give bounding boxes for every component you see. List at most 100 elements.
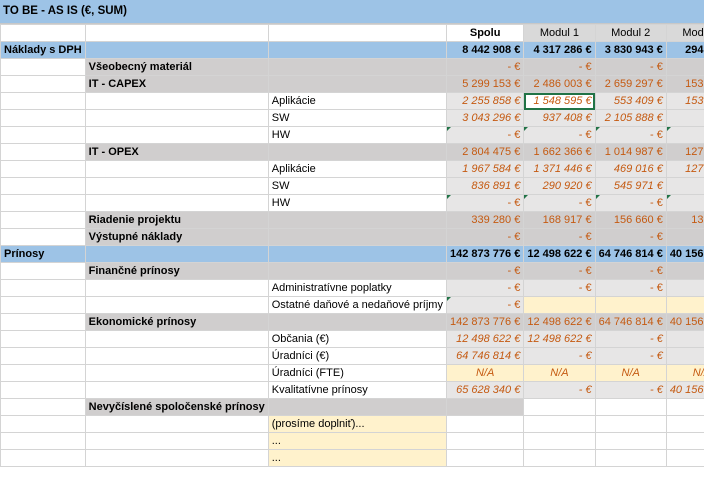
value-cell-spolu[interactable]: 64 746 814 € <box>445 347 525 365</box>
value-cell-modul-3[interactable]: - € <box>665 109 704 127</box>
row-label-level-3[interactable]: Administratívne poplatky <box>267 279 447 297</box>
row-label-level-2[interactable] <box>84 432 269 450</box>
value-cell-modul-1[interactable]: 4 317 286 € <box>523 41 596 59</box>
row-label-level-2[interactable]: Výstupné náklady <box>84 228 269 246</box>
cell-blank[interactable] <box>84 24 269 42</box>
row-label-level-3[interactable]: SW <box>267 177 447 195</box>
value-cell-modul-3[interactable]: - € <box>665 347 704 365</box>
row-label-level-3[interactable] <box>268 228 447 246</box>
value-cell-modul-3[interactable]: 153 853 € <box>665 75 704 93</box>
value-cell-modul-1[interactable]: - € <box>523 262 596 280</box>
value-cell-modul-1[interactable]: 168 917 € <box>523 211 596 229</box>
value-cell-modul-3[interactable] <box>665 296 704 314</box>
value-cell-modul-1[interactable]: - € <box>523 228 596 246</box>
value-cell-modul-2[interactable]: 2 659 297 € <box>594 75 667 93</box>
row-label-level-1[interactable]: Prínosy <box>0 245 86 263</box>
value-cell-modul-1[interactable]: 290 920 € <box>523 177 596 195</box>
value-cell-modul-2[interactable]: - € <box>594 381 667 399</box>
value-cell-modul-2[interactable]: - € <box>594 330 667 348</box>
value-cell-modul-2[interactable]: 3 830 943 € <box>594 41 667 59</box>
row-label-level-2[interactable] <box>85 41 269 59</box>
row-label-level-3[interactable] <box>268 245 447 263</box>
value-cell-modul-2[interactable]: 2 105 888 € <box>594 109 667 127</box>
row-label-level-2[interactable] <box>84 347 269 365</box>
value-cell-modul-2[interactable]: 64 746 814 € <box>594 245 667 263</box>
value-cell-modul-2[interactable] <box>594 296 667 314</box>
value-cell-modul-2[interactable]: 545 971 € <box>594 177 667 195</box>
value-cell-modul-1[interactable] <box>523 398 596 416</box>
selected-cell[interactable]: 1 548 595 € <box>523 92 596 110</box>
row-label-level-1[interactable] <box>0 381 86 399</box>
row-label-level-2[interactable]: IT - OPEX <box>84 143 269 161</box>
value-cell-modul-3[interactable]: 40 156 608 € <box>665 245 704 263</box>
value-cell-spolu[interactable]: 2 255 858 € <box>445 92 525 110</box>
row-label-level-1[interactable] <box>0 211 86 229</box>
row-label-level-2[interactable] <box>85 245 269 263</box>
row-label-level-1[interactable] <box>0 313 86 331</box>
row-label-level-2[interactable] <box>84 381 269 399</box>
value-cell-modul-2[interactable]: 1 014 987 € <box>594 143 667 161</box>
row-label-level-2[interactable]: Všeobecný materiál <box>84 58 269 76</box>
value-cell-modul-3[interactable]: - € <box>665 279 704 297</box>
row-label-level-3[interactable]: Ostatné daňové a nedaňové príjmy <box>267 296 447 314</box>
row-label-level-3[interactable]: ... <box>267 449 447 467</box>
value-cell-modul-2[interactable] <box>594 432 667 450</box>
value-cell-modul-3[interactable]: - € <box>665 194 704 212</box>
cell-blank[interactable] <box>267 24 447 42</box>
row-label-level-1[interactable] <box>0 194 86 212</box>
value-cell-modul-1[interactable] <box>523 296 596 314</box>
value-cell-modul-2[interactable]: - € <box>594 347 667 365</box>
value-cell-modul-2[interactable]: - € <box>594 58 667 76</box>
value-cell-modul-3[interactable]: - € <box>665 228 704 246</box>
row-label-level-3[interactable]: Aplikácie <box>267 92 447 110</box>
value-cell-modul-3[interactable]: - € <box>665 262 704 280</box>
row-label-level-2[interactable] <box>84 449 269 467</box>
value-cell-modul-1[interactable]: - € <box>523 279 596 297</box>
value-cell-modul-3[interactable]: - € <box>665 58 704 76</box>
row-label-level-2[interactable] <box>84 296 269 314</box>
row-label-level-3[interactable] <box>268 41 447 59</box>
value-cell-modul-3[interactable]: 13 703 € <box>665 211 704 229</box>
row-label-level-3[interactable]: Úradníci (€) <box>267 347 447 365</box>
value-cell-modul-1[interactable]: 937 408 € <box>523 109 596 127</box>
row-label-level-3[interactable] <box>268 143 447 161</box>
row-label-level-2[interactable] <box>84 279 269 297</box>
row-label-level-2[interactable]: Finančné prínosy <box>84 262 269 280</box>
column-header-modul-2[interactable]: Modul 2 <box>594 24 667 42</box>
value-cell-modul-3[interactable]: 40 156 608 € <box>665 381 704 399</box>
row-label-level-1[interactable] <box>0 177 86 195</box>
sheet-title[interactable]: TO BE - AS IS (€, SUM) <box>3 5 127 17</box>
value-cell-modul-2[interactable] <box>594 449 667 467</box>
row-label-level-2[interactable] <box>84 109 269 127</box>
row-label-level-1[interactable] <box>0 296 86 314</box>
row-label-level-3[interactable] <box>268 58 447 76</box>
value-cell-modul-2[interactable]: - € <box>594 126 667 144</box>
row-label-level-2[interactable]: Riadenie projektu <box>84 211 269 229</box>
row-label-level-1[interactable] <box>0 330 86 348</box>
row-label-level-1[interactable] <box>0 109 86 127</box>
value-cell-modul-2[interactable] <box>594 415 667 433</box>
value-cell-modul-1[interactable]: N/A <box>523 364 596 382</box>
value-cell-spolu[interactable] <box>445 432 525 450</box>
value-cell-modul-3[interactable] <box>665 432 704 450</box>
value-cell-spolu[interactable] <box>445 415 525 433</box>
value-cell-modul-3[interactable]: - € <box>665 177 704 195</box>
value-cell-modul-2[interactable]: 469 016 € <box>594 160 667 178</box>
value-cell-spolu[interactable]: 12 498 622 € <box>445 330 525 348</box>
value-cell-modul-1[interactable]: 1 662 366 € <box>523 143 596 161</box>
value-cell-modul-3[interactable]: - € <box>665 330 704 348</box>
value-cell-spolu[interactable]: 5 299 153 € <box>445 75 525 93</box>
value-cell-modul-1[interactable]: - € <box>523 381 596 399</box>
row-label-level-2[interactable]: IT - CAPEX <box>84 75 269 93</box>
value-cell-modul-3[interactable]: 153 853 € <box>665 92 704 110</box>
value-cell-modul-3[interactable]: 127 122 € <box>665 160 704 178</box>
value-cell-modul-2[interactable]: 156 660 € <box>594 211 667 229</box>
value-cell-spolu[interactable]: 142 873 776 € <box>445 245 525 263</box>
row-label-level-1[interactable] <box>0 58 86 76</box>
value-cell-spolu[interactable]: 8 442 908 € <box>445 41 525 59</box>
row-label-level-1[interactable] <box>0 143 86 161</box>
row-label-level-2[interactable] <box>84 415 269 433</box>
value-cell-modul-2[interactable]: 64 746 814 € <box>594 313 667 331</box>
value-cell-modul-2[interactable]: - € <box>594 228 667 246</box>
value-cell-spolu[interactable]: - € <box>445 58 525 76</box>
